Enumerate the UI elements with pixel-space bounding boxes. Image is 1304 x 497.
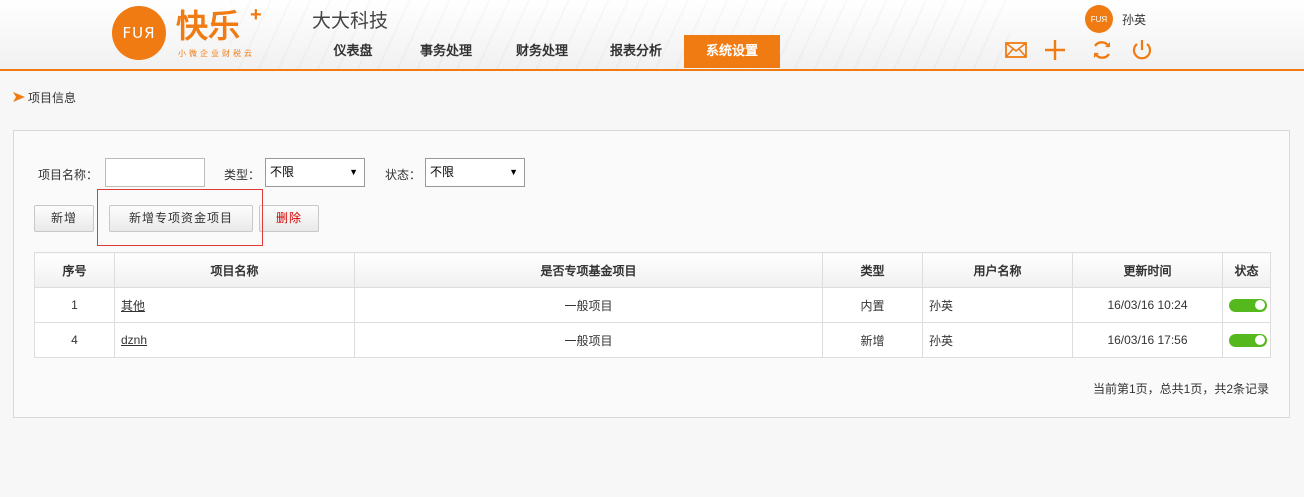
- cell-updated-time: 16/03/16 17:56: [1072, 322, 1223, 358]
- col-header-user-name[interactable]: 用户名称: [922, 252, 1073, 288]
- brand-name: 快乐: [176, 7, 241, 45]
- power-icon[interactable]: [1130, 38, 1154, 62]
- cell-project-name: dznh: [114, 322, 355, 358]
- pagination-info: 当前第1页，总共1页，共2条记录: [1093, 382, 1270, 396]
- company-name: 大大科技: [312, 10, 389, 32]
- table-header-row: 序号 项目名称 是否专项基金项目 类型 用户名称 更新时间 状态: [34, 252, 1271, 288]
- project-table: 序号 项目名称 是否专项基金项目 类型 用户名称 更新时间 状态 1 其他 一般…: [34, 252, 1271, 358]
- breadcrumb-arrow-icon: [13, 92, 25, 102]
- project-name-link[interactable]: 其他: [121, 299, 145, 313]
- cell-user-name: 孙英: [922, 322, 1073, 358]
- status-select[interactable]: 不限 ▼: [425, 158, 525, 187]
- plus-icon[interactable]: [1043, 38, 1067, 62]
- avatar-text: FUЯ: [1090, 14, 1108, 24]
- chevron-down-icon: ▼: [509, 167, 518, 177]
- project-name-label: 项目名称：: [38, 168, 99, 182]
- toggle-knob: [1254, 299, 1266, 312]
- logo-text: FUЯ: [122, 24, 156, 42]
- nav-dashboard[interactable]: 仪表盘: [310, 35, 396, 68]
- status-toggle[interactable]: [1229, 299, 1267, 313]
- cell-project-name: 其他: [114, 287, 355, 323]
- cell-special-fund: 一般项目: [354, 287, 823, 323]
- type-label: 类型：: [224, 168, 261, 182]
- nav-finance[interactable]: 财务处理: [496, 35, 588, 68]
- refresh-icon[interactable]: [1090, 38, 1114, 62]
- type-select-value: 不限: [270, 165, 295, 179]
- cell-user-name: 孙英: [922, 287, 1073, 323]
- brand-logo[interactable]: FUЯ: [112, 6, 166, 60]
- breadcrumb: 项目信息: [28, 91, 77, 105]
- cell-updated-time: 16/03/16 10:24: [1072, 287, 1223, 323]
- highlight-annotation-box: [97, 189, 263, 246]
- col-header-special-fund[interactable]: 是否专项基金项目: [354, 252, 823, 288]
- main-nav: 仪表盘 事务处理 财务处理 报表分析 系统设置: [310, 35, 780, 69]
- type-select[interactable]: 不限 ▼: [265, 158, 365, 187]
- project-name-input[interactable]: [105, 158, 205, 187]
- cell-special-fund: 一般项目: [354, 322, 823, 358]
- status-select-value: 不限: [430, 165, 455, 179]
- project-name-link[interactable]: dznh: [121, 333, 147, 347]
- toggle-knob: [1254, 334, 1266, 347]
- col-header-type[interactable]: 类型: [822, 252, 923, 288]
- table-row[interactable]: 1 其他 一般项目 内置 孙英 16/03/16 10:24: [34, 287, 1271, 323]
- status-toggle[interactable]: [1229, 334, 1267, 348]
- mail-icon[interactable]: [1004, 38, 1028, 62]
- brand-tagline: 小微企业财税云: [178, 49, 255, 58]
- cell-type: 新增: [822, 322, 923, 358]
- col-header-status[interactable]: 状态: [1222, 252, 1271, 288]
- add-button[interactable]: 新增: [34, 205, 94, 232]
- col-header-updated-time[interactable]: 更新时间: [1072, 252, 1223, 288]
- table-row[interactable]: 4 dznh 一般项目 新增 孙英 16/03/16 17:56: [34, 322, 1271, 358]
- brand-plus: +: [250, 4, 262, 26]
- cell-status: [1222, 287, 1271, 323]
- user-avatar[interactable]: FUЯ: [1085, 5, 1113, 33]
- status-label: 状态：: [385, 168, 422, 182]
- nav-transactions[interactable]: 事务处理: [396, 35, 496, 68]
- cell-no: 1: [34, 287, 115, 323]
- nav-system-settings[interactable]: 系统设置: [684, 35, 780, 68]
- col-header-project-name[interactable]: 项目名称: [114, 252, 355, 288]
- nav-reports[interactable]: 报表分析: [588, 35, 684, 68]
- chevron-down-icon: ▼: [349, 167, 358, 177]
- delete-button[interactable]: 删除: [259, 205, 319, 232]
- cell-type: 内置: [822, 287, 923, 323]
- cell-status: [1222, 322, 1271, 358]
- col-header-no[interactable]: 序号: [34, 252, 115, 288]
- cell-no: 4: [34, 322, 115, 358]
- user-name[interactable]: 孙英: [1122, 11, 1146, 28]
